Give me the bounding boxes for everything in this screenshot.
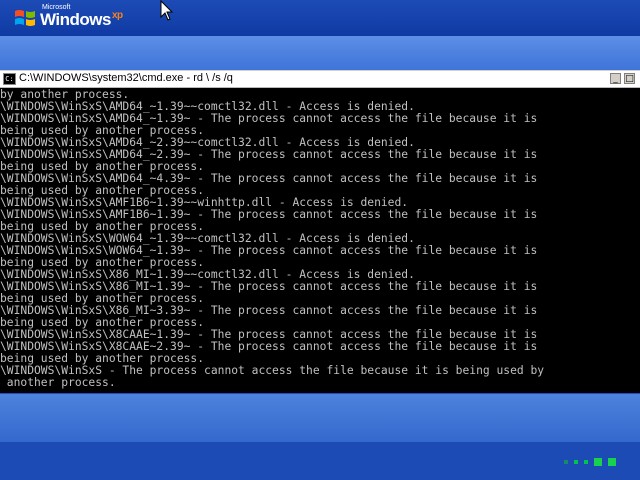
cmd-icon: C:	[3, 73, 16, 85]
console-line: \WINDOWS\WinSxS\X8CAAE~2.39~ - The proce…	[0, 341, 538, 353]
console-line: \WINDOWS\WinSxS\AMD64_~4.39~ - The proce…	[0, 173, 538, 185]
windows-text: Windows	[40, 10, 111, 29]
console-line: another process.	[0, 377, 116, 389]
console-line: by another process.	[0, 89, 130, 101]
windows-wordmark: Windowsxp	[40, 10, 123, 30]
mouse-pointer-icon	[160, 0, 174, 21]
progress-dot	[564, 460, 568, 464]
cmd-title: C:\WINDOWS\system32\cmd.exe - rd \ /s /q	[19, 72, 233, 84]
console-line: \WINDOWS\WinSxS\X86_MI~3.39~ - The proce…	[0, 305, 538, 317]
setup-footer	[0, 442, 640, 480]
progress-dot	[584, 460, 588, 464]
console-line: \WINDOWS\WinSxS\AMF1B6~1.39~ - The proce…	[0, 209, 538, 221]
minimize-button[interactable]: _	[610, 73, 621, 84]
windows-flag-icon	[15, 10, 35, 26]
console-line: \WINDOWS\WinSxS\WOW64_~1.39~~comctl32.dl…	[0, 233, 415, 245]
progress-dot-active	[594, 458, 602, 466]
console-line: being used by another process.	[0, 125, 205, 137]
console-line: \WINDOWS\WinSxS\X86_MI~1.39~ - The proce…	[0, 281, 538, 293]
console-line: \WINDOWS\WinSxS\X86_MI~1.39~~comctl32.dl…	[0, 269, 415, 281]
console-line: being used by another process.	[0, 161, 205, 173]
console-line: \WINDOWS\WinSxS - The process cannot acc…	[0, 365, 545, 377]
setup-title-band	[0, 36, 640, 72]
console-output: by another process. \WINDOWS\WinSxS\AMD6…	[0, 89, 640, 391]
setup-bottom-band	[0, 394, 640, 442]
console-line: \WINDOWS\WinSxS\AMD64_~1.39~ - The proce…	[0, 113, 538, 125]
cmd-titlebar[interactable]: C: C:\WINDOWS\system32\cmd.exe - rd \ /s…	[0, 71, 640, 88]
console-line: being used by another process.	[0, 317, 205, 329]
console-line: \WINDOWS\WinSxS\WOW64_~1.39~ - The proce…	[0, 245, 538, 257]
console-line: \WINDOWS\WinSxS\AMF1B6~1.39~~winhttp.dll…	[0, 197, 409, 209]
console-line: being used by another process.	[0, 185, 205, 197]
progress-dot	[574, 460, 578, 464]
progress-dots	[564, 458, 616, 466]
maximize-button[interactable]: □	[624, 73, 635, 84]
console-line: \WINDOWS\WinSxS\AMD64_~2.39~~comctl32.dl…	[0, 137, 415, 149]
console-line: \WINDOWS\WinSxS\AMD64_~2.39~ - The proce…	[0, 149, 538, 161]
cmd-window[interactable]: C: C:\WINDOWS\system32\cmd.exe - rd \ /s…	[0, 70, 640, 393]
progress-dot-active	[608, 458, 616, 466]
console-line: \WINDOWS\WinSxS\AMD64_~1.39~~comctl32.dl…	[0, 101, 415, 113]
xp-text: xp	[111, 10, 123, 21]
console-line: being used by another process.	[0, 353, 205, 365]
console-line: \WINDOWS\WinSxS\X8CAAE~1.39~ - The proce…	[0, 329, 538, 341]
console-line: being used by another process.	[0, 257, 205, 269]
console-line: being used by another process.	[0, 221, 205, 233]
console-line: being used by another process.	[0, 293, 205, 305]
